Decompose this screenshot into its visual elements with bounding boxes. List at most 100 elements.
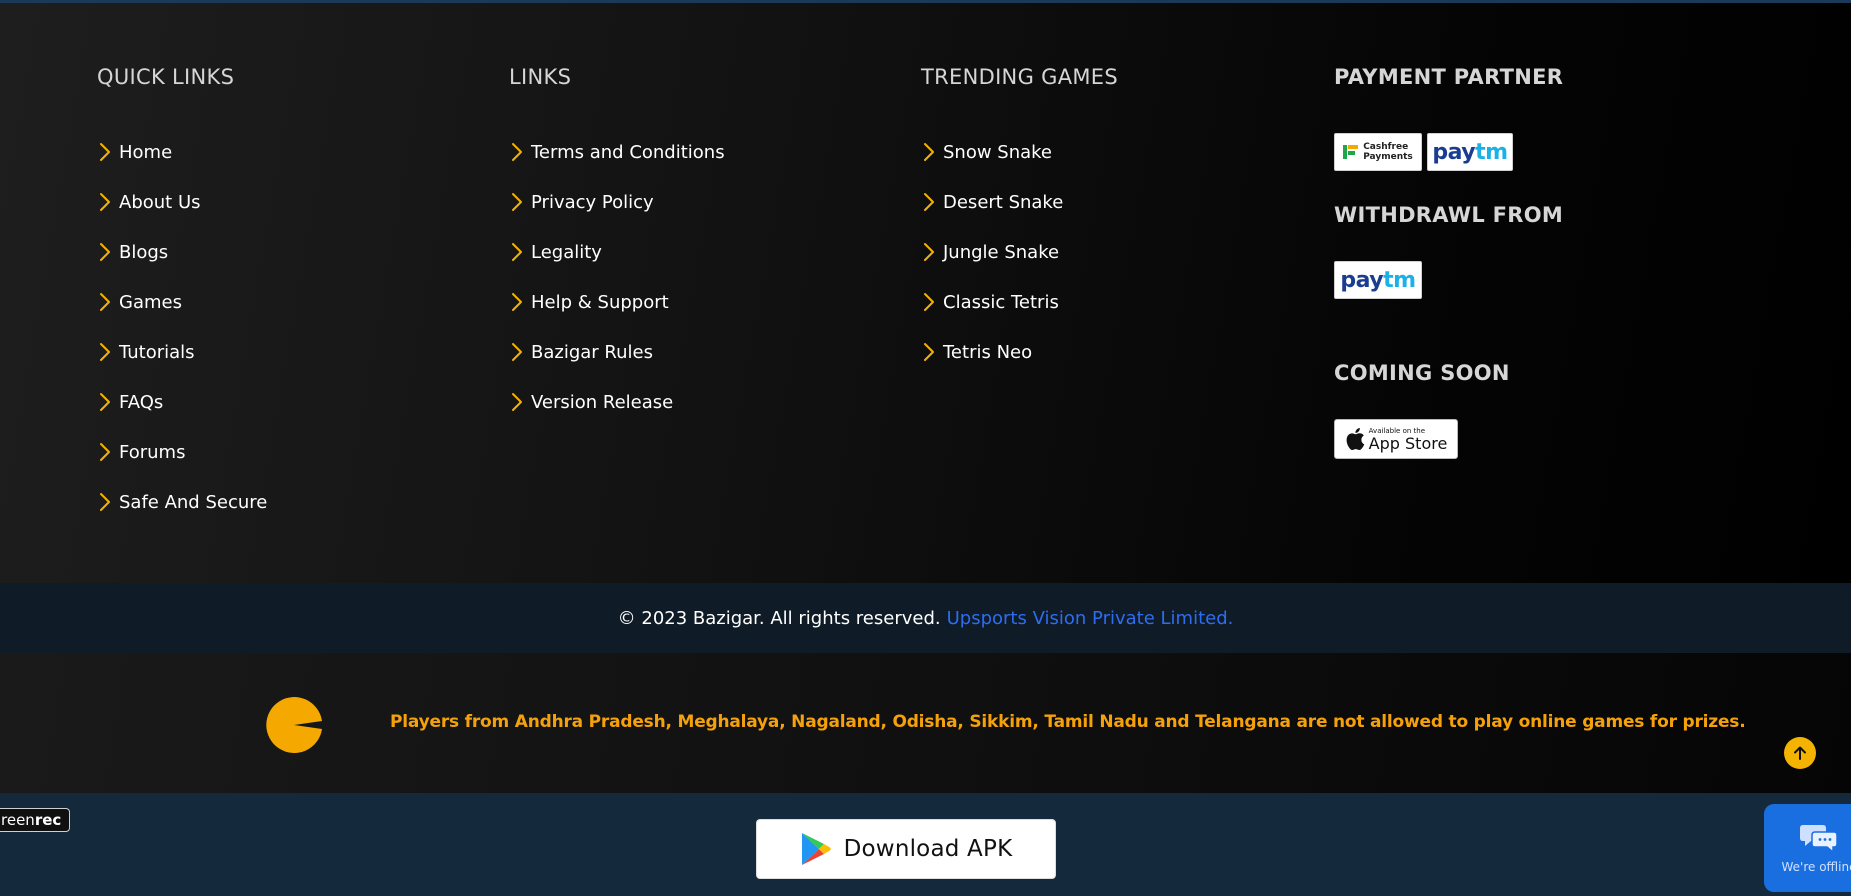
cashfree-logo[interactable]: Cashfree Payments — [1334, 133, 1422, 171]
footer-link-help-support[interactable]: Help & Support — [509, 277, 725, 327]
game-link-jungle-snake[interactable]: Jungle Snake — [921, 227, 1118, 277]
app-store-text: Available on the App Store — [1369, 427, 1448, 452]
chevron-right-icon — [99, 392, 119, 412]
withdrawl-title: WITHDRAWL FROM — [1334, 203, 1564, 227]
screenrec-suffix: rec — [34, 811, 62, 829]
chevron-right-icon — [923, 242, 943, 262]
download-apk-button[interactable]: Download APK — [756, 819, 1056, 879]
quick-link-label: Blogs — [119, 241, 169, 263]
links-title: LINKS — [509, 65, 572, 89]
google-play-icon — [801, 833, 831, 865]
game-link-label: Snow Snake — [943, 141, 1053, 163]
game-link-label: Jungle Snake — [943, 241, 1060, 263]
paytm-pay: pay — [1432, 139, 1476, 165]
game-link-label: Tetris Neo — [943, 341, 1033, 363]
trending-games-title: TRENDING GAMES — [921, 65, 1118, 89]
download-apk-label: Download APK — [843, 836, 1013, 862]
company-link[interactable]: Upsports Vision Private Limited. — [947, 608, 1234, 629]
site-footer: QUICK LINKS Home About Us Blogs Games Tutori… — [0, 3, 1851, 583]
chevron-right-icon — [923, 342, 943, 362]
game-link-label: Desert Snake — [943, 191, 1064, 213]
quick-link-label: Forums — [119, 441, 186, 463]
cashfree-line1: Cashfree — [1363, 142, 1409, 152]
game-link-snow-snake[interactable]: Snow Snake — [921, 127, 1118, 177]
cashfree-wordmark: Cashfree Payments — [1363, 142, 1413, 162]
footer-link-bazigar-rules[interactable]: Bazigar Rules — [509, 327, 725, 377]
pacman-icon — [266, 697, 322, 753]
chat-bubbles-icon — [1800, 825, 1838, 854]
quick-link-safe-and-secure[interactable]: Safe And Secure — [97, 477, 267, 527]
chevron-right-icon — [99, 142, 119, 162]
quick-links-title: QUICK LINKS — [97, 65, 235, 89]
coming-soon-title: COMING SOON — [1334, 361, 1510, 385]
chevron-right-icon — [923, 142, 943, 162]
quick-link-forums[interactable]: Forums — [97, 427, 267, 477]
chevron-right-icon — [99, 342, 119, 362]
chevron-right-icon — [923, 292, 943, 312]
quick-link-label: FAQs — [119, 391, 164, 413]
state-restriction-notice: Players from Andhra Pradesh, Meghalaya, … — [390, 712, 1746, 732]
notice-bar: Players from Andhra Pradesh, Meghalaya, … — [0, 653, 1851, 793]
trending-games-column: TRENDING GAMES Snow Snake Desert Snake Jun… — [921, 65, 1118, 377]
quick-link-games[interactable]: Games — [97, 277, 267, 327]
chevron-right-icon — [99, 292, 119, 312]
footer-link-version-release[interactable]: Version Release — [509, 377, 725, 427]
cashfree-mark-icon — [1343, 145, 1359, 159]
quick-link-label: Tutorials — [119, 341, 195, 363]
chevron-right-icon — [923, 192, 943, 212]
app-store-big-text: App Store — [1368, 433, 1448, 453]
quick-link-label: About Us — [119, 191, 201, 213]
chevron-right-icon — [511, 392, 531, 412]
scroll-to-top-button[interactable] — [1784, 737, 1816, 769]
footer-link-label: Privacy Policy — [531, 191, 654, 213]
footer-link-label: Bazigar Rules — [531, 341, 653, 363]
quick-links-list: Home About Us Blogs Games Tutorials FAQs Forum… — [97, 127, 267, 527]
quick-link-about-us[interactable]: About Us — [97, 177, 267, 227]
chevron-right-icon — [511, 342, 531, 362]
paytm-tm: tm — [1475, 139, 1508, 165]
download-bar: reen rec Download APK We're offline — [0, 793, 1851, 896]
links-column: LINKS Terms and Conditions Privacy Policy… — [509, 65, 725, 427]
chevron-right-icon — [511, 192, 531, 212]
footer-link-privacy-policy[interactable]: Privacy Policy — [509, 177, 725, 227]
quick-link-label: Safe And Secure — [119, 491, 268, 513]
paytm-logo-payment[interactable]: paytm — [1427, 133, 1513, 171]
cashfree-line2: Payments — [1363, 152, 1413, 162]
payment-column: PAYMENT PARTNER Cashfree Payments paytm … — [1334, 3, 1734, 583]
page: QUICK LINKS Home About Us Blogs Games Tutori… — [0, 0, 1851, 896]
arrow-up-icon — [1794, 746, 1806, 760]
apple-icon — [1346, 428, 1364, 450]
paytm-tm: tm — [1383, 267, 1416, 293]
chevron-right-icon — [99, 242, 119, 262]
chat-widget[interactable]: We're offline — [1764, 804, 1851, 892]
app-store-badge[interactable]: Available on the App Store — [1334, 419, 1458, 459]
chevron-right-icon — [99, 192, 119, 212]
paytm-wordmark: paytm — [1340, 267, 1416, 293]
quick-link-label: Home — [119, 141, 173, 163]
quick-link-faqs[interactable]: FAQs — [97, 377, 267, 427]
chat-status-text: We're offline — [1781, 860, 1851, 874]
paytm-wordmark: paytm — [1432, 139, 1508, 165]
footer-link-terms-and-conditions[interactable]: Terms and Conditions — [509, 127, 725, 177]
trending-games-list: Snow Snake Desert Snake Jungle Snake Classi… — [921, 127, 1118, 377]
game-link-tetris-neo[interactable]: Tetris Neo — [921, 327, 1118, 377]
copyright-text: © 2023 Bazigar. All rights reserved. — [617, 607, 941, 629]
links-list: Terms and Conditions Privacy Policy Legali… — [509, 127, 725, 427]
quick-link-blogs[interactable]: Blogs — [97, 227, 267, 277]
game-link-label: Classic Tetris — [943, 291, 1059, 313]
chevron-right-icon — [99, 442, 119, 462]
paytm-pay: pay — [1340, 267, 1384, 293]
footer-link-label: Legality — [531, 241, 602, 263]
screenrec-prefix: reen — [1, 811, 35, 829]
quick-link-home[interactable]: Home — [97, 127, 267, 177]
paytm-logo-withdrawl[interactable]: paytm — [1334, 261, 1422, 299]
footer-link-label: Terms and Conditions — [531, 141, 725, 163]
game-link-classic-tetris[interactable]: Classic Tetris — [921, 277, 1118, 327]
chevron-right-icon — [511, 242, 531, 262]
quick-link-tutorials[interactable]: Tutorials — [97, 327, 267, 377]
chevron-right-icon — [511, 292, 531, 312]
footer-link-label: Help & Support — [531, 291, 669, 313]
footer-link-legality[interactable]: Legality — [509, 227, 725, 277]
game-link-desert-snake[interactable]: Desert Snake — [921, 177, 1118, 227]
screenrec-watermark: reen rec — [0, 808, 71, 832]
